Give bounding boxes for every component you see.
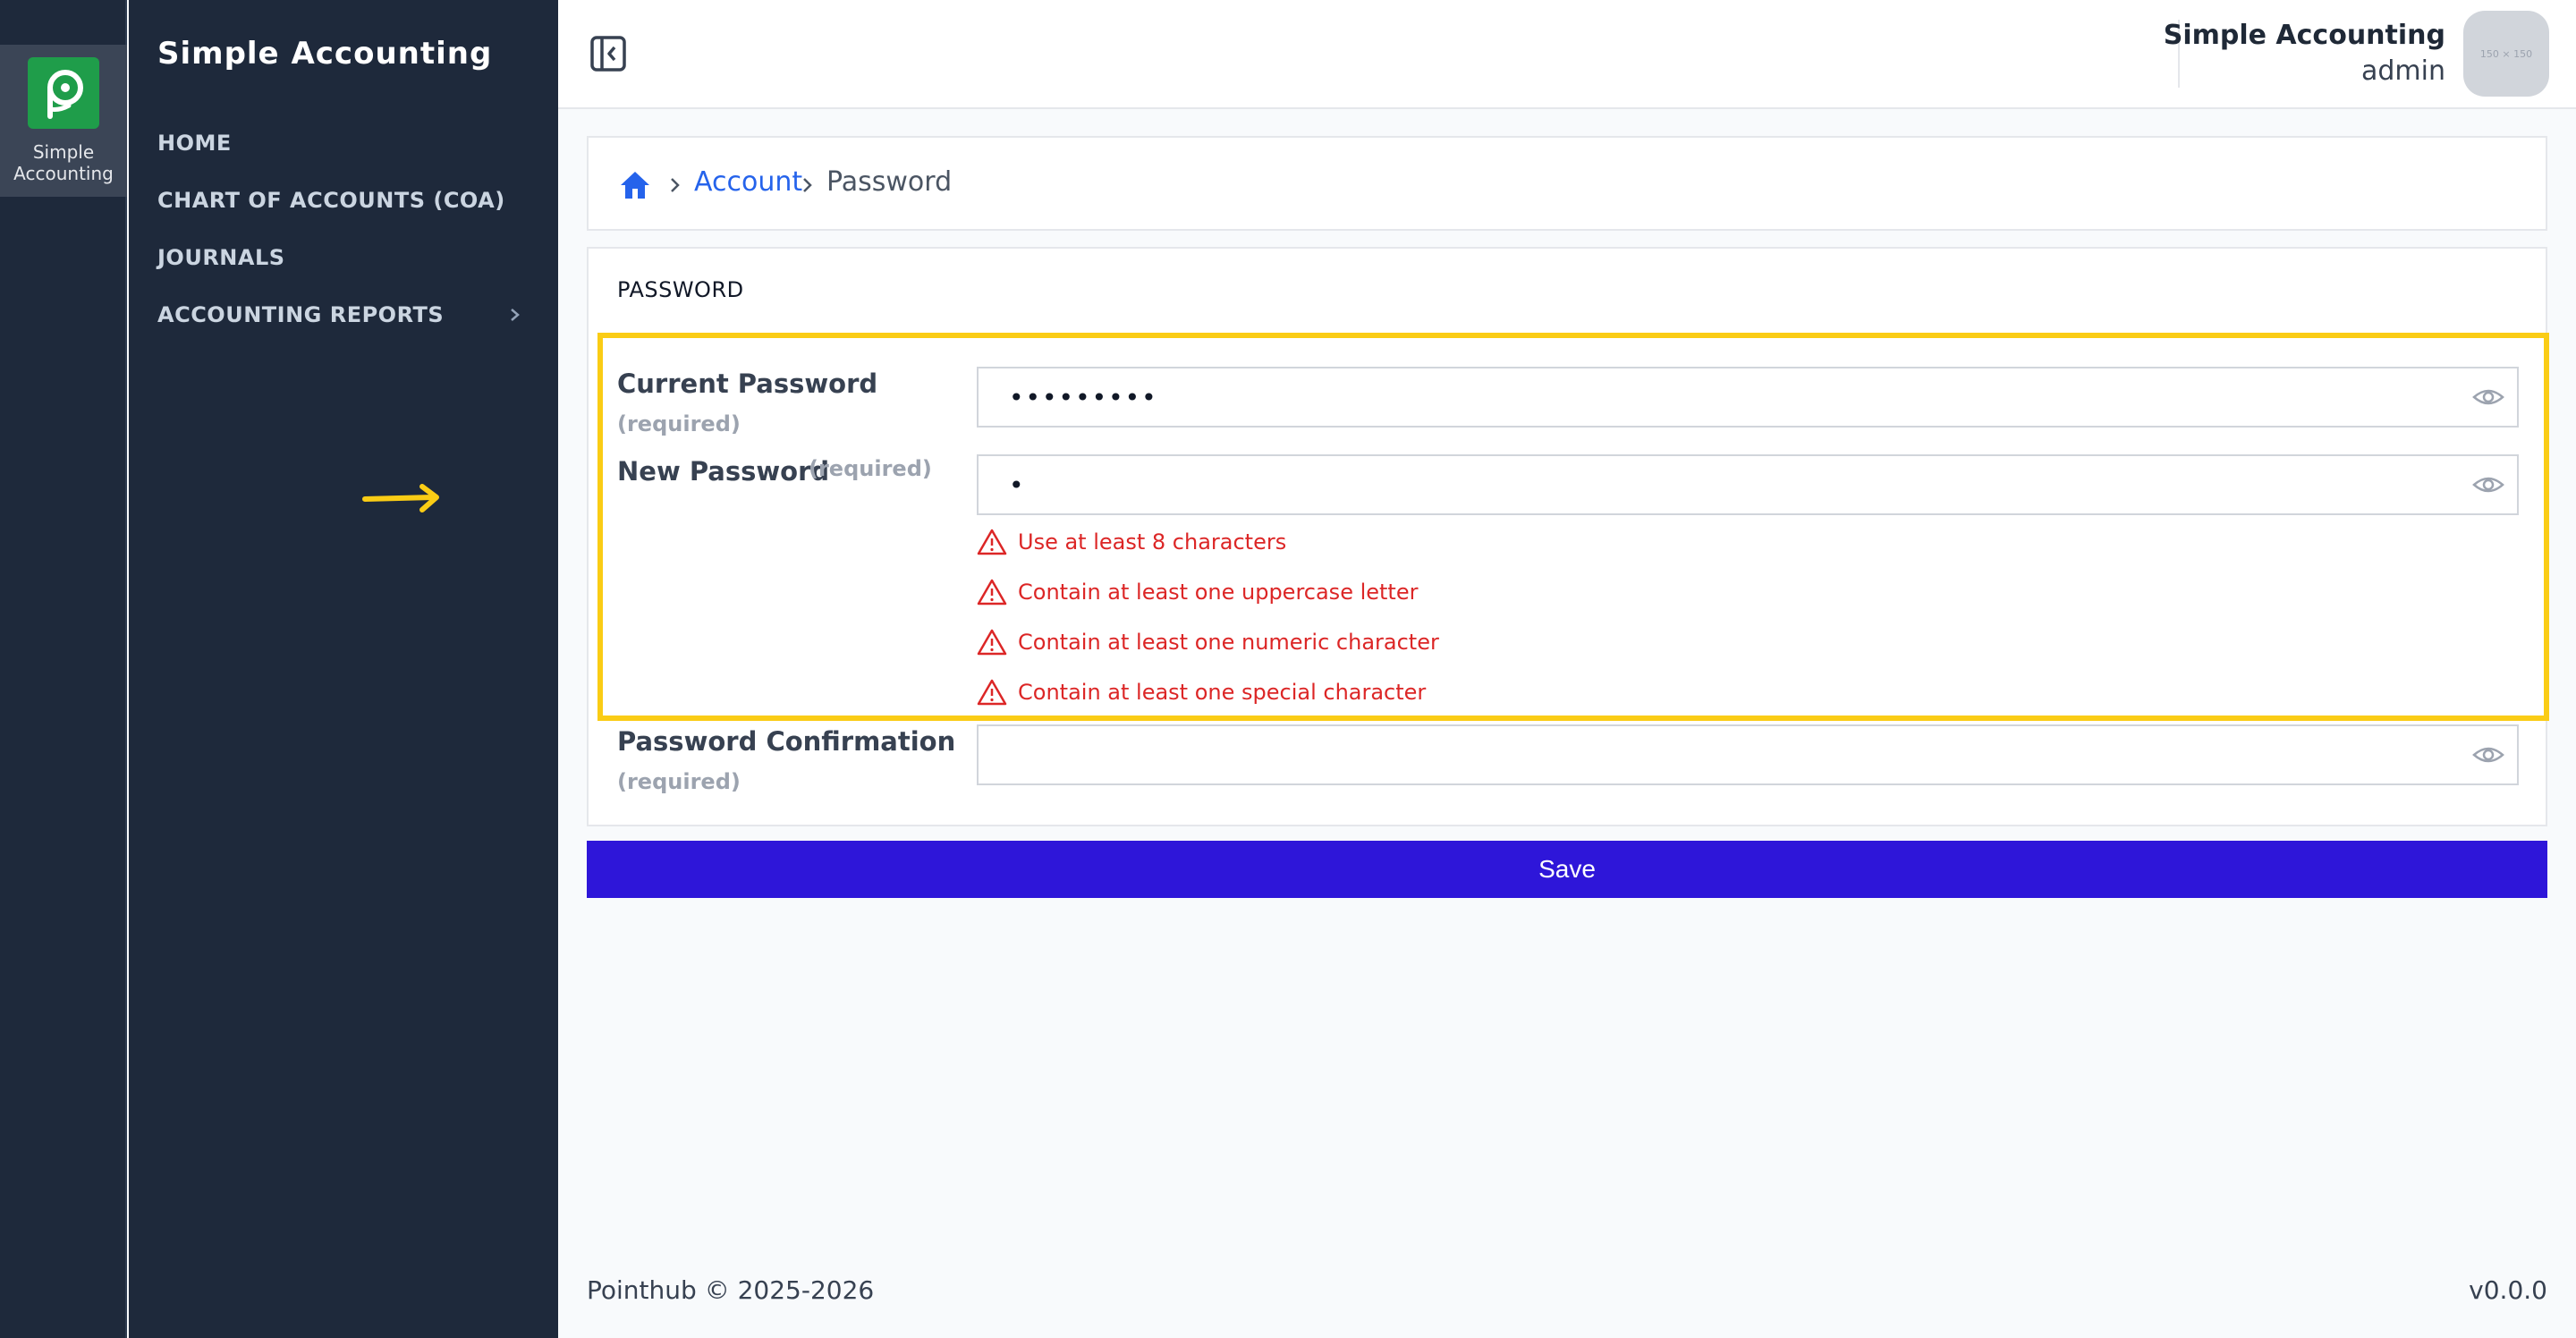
sidebar-item-home[interactable]: HOME [157, 125, 537, 161]
user-role: admin [2361, 55, 2445, 87]
password-confirmation-label: Password Confirmation [617, 726, 956, 757]
app-switcher-item[interactable]: Simple Accounting [0, 45, 127, 197]
required-hint: (required) [617, 769, 741, 794]
eye-icon[interactable] [2472, 742, 2504, 767]
save-button[interactable]: Save [587, 841, 2547, 898]
sidebar-item-coa[interactable]: CHART OF ACCOUNTS (COA) [157, 182, 537, 218]
avatar[interactable]: 150 × 150 [2463, 11, 2549, 97]
app-logo-icon [28, 57, 99, 129]
breadcrumb: Account Password [587, 136, 2547, 231]
footer-version: v0.0.0 [2469, 1275, 2547, 1305]
chevron-right-icon [803, 178, 812, 192]
sidebar-brand: Simple Accounting [157, 36, 493, 72]
annotation-highlight-box [597, 333, 2549, 721]
sidebar-item-label: CHART OF ACCOUNTS (COA) [157, 188, 505, 213]
home-icon[interactable] [619, 170, 651, 200]
password-confirmation-input[interactable] [977, 724, 2519, 785]
sidebar-item-label: ACCOUNTING REPORTS [157, 302, 445, 327]
breadcrumb-current: Password [826, 166, 953, 198]
user-name: Simple Accounting [2163, 20, 2445, 51]
sidebar-item-label: HOME [157, 131, 232, 156]
app-label: Simple Accounting [13, 141, 114, 184]
chevron-right-icon [511, 309, 520, 321]
top-bar: Simple Accounting admin 150 × 150 [558, 0, 2576, 109]
sidebar-collapse-icon[interactable] [589, 34, 628, 73]
sidebar-item-accounting-reports[interactable]: ACCOUNTING REPORTS [157, 297, 537, 333]
sidebar: Simple Accounting HOME CHART OF ACCOUNTS… [129, 0, 558, 1338]
breadcrumb-link-account[interactable]: Account [694, 166, 802, 198]
chevron-right-icon [671, 178, 680, 192]
sidebar-item-journals[interactable]: JOURNALS [157, 240, 537, 275]
footer-copyright: Pointhub © 2025-2026 [587, 1275, 875, 1305]
app-rail: Simple Accounting [0, 0, 127, 1338]
annotation-arrow-icon [362, 484, 439, 512]
section-title: PASSWORD [617, 277, 744, 302]
sidebar-item-label: JOURNALS [157, 245, 285, 270]
